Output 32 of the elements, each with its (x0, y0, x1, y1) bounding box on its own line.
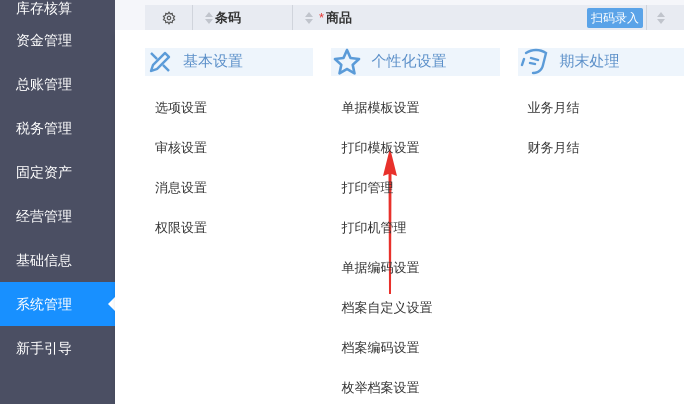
sidebar-item[interactable]: 资金管理 (0, 18, 115, 62)
menu-item[interactable]: 打印模板设置 (341, 138, 420, 158)
sidebar-item[interactable]: 税务管理 (0, 106, 115, 150)
section-title: 期末处理 (560, 52, 620, 72)
settings-icon[interactable] (162, 11, 176, 25)
pencil-icon (147, 49, 173, 75)
sidebar-item[interactable]: 固定资产 (0, 150, 115, 194)
menu-item[interactable]: 档案自定义设置 (341, 298, 432, 318)
sidebar-item[interactable]: 库存核算 (0, 0, 115, 18)
menu-item[interactable]: 权限设置 (155, 218, 207, 238)
menu-item[interactable]: 单据模板设置 (341, 98, 420, 118)
menu-item[interactable]: 选项设置 (155, 98, 207, 118)
column-header: 条码 (215, 9, 241, 28)
menu-item[interactable]: 业务月结 (528, 98, 580, 118)
menu-item[interactable]: 审核设置 (155, 138, 207, 158)
column-header: 商品 (326, 9, 352, 28)
menu-item[interactable]: 档案编码设置 (341, 338, 420, 358)
sidebar-item[interactable]: 总账管理 (0, 62, 115, 106)
required-mark: * (319, 9, 324, 28)
sidebar-item[interactable]: 新手引导 (0, 326, 115, 370)
menu-item[interactable]: 财务月结 (528, 138, 580, 158)
section-title: 基本设置 (183, 52, 243, 72)
star-icon (333, 48, 362, 76)
sidebar-item[interactable]: 基础信息 (0, 238, 115, 282)
sort-icon[interactable] (205, 12, 213, 24)
document-icon (520, 47, 550, 77)
sort-icon[interactable] (657, 12, 665, 24)
section-title: 个性化设置 (371, 52, 446, 72)
menu-item[interactable]: 消息设置 (155, 178, 207, 198)
sidebar-item[interactable]: 经营管理 (0, 194, 115, 238)
sort-icon[interactable] (305, 12, 313, 24)
menu-item[interactable]: 枚举档案设置 (341, 378, 420, 398)
